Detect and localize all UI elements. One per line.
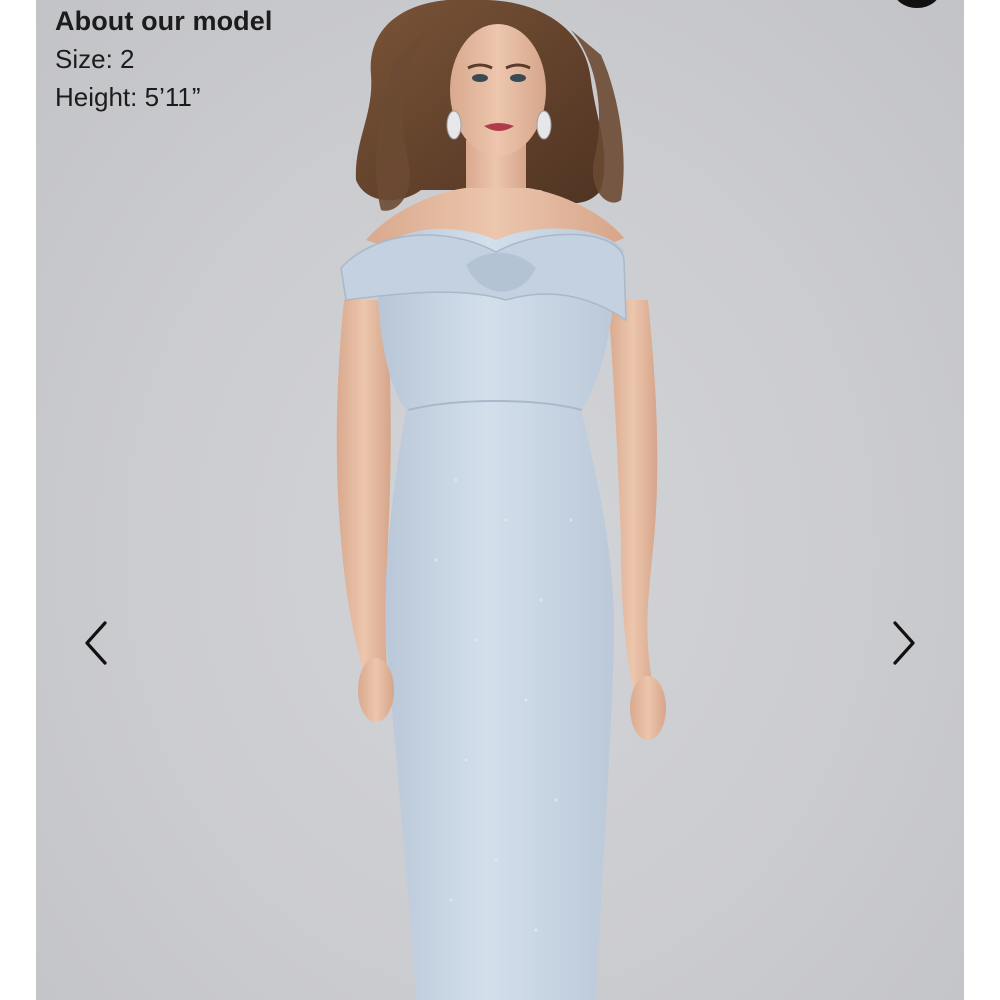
chevron-left-icon bbox=[85, 621, 107, 665]
model-size: Size: 2 bbox=[55, 44, 135, 74]
previous-image-button[interactable] bbox=[74, 615, 118, 671]
next-image-button[interactable] bbox=[882, 615, 926, 671]
chevron-right-icon bbox=[893, 621, 915, 665]
model-info-heading: About our model bbox=[55, 6, 273, 36]
product-image-viewer: About our model Size: 2 Height: 5’11” bbox=[0, 0, 1000, 1000]
model-illustration bbox=[336, 0, 666, 1000]
model-height: Height: 5’11” bbox=[55, 82, 201, 112]
product-photo bbox=[36, 0, 964, 1000]
model-info-panel: About our model Size: 2 Height: 5’11” bbox=[55, 2, 272, 116]
dress bbox=[376, 228, 624, 1000]
face bbox=[450, 24, 546, 156]
right-arm bbox=[608, 300, 658, 702]
left-arm bbox=[336, 300, 391, 680]
